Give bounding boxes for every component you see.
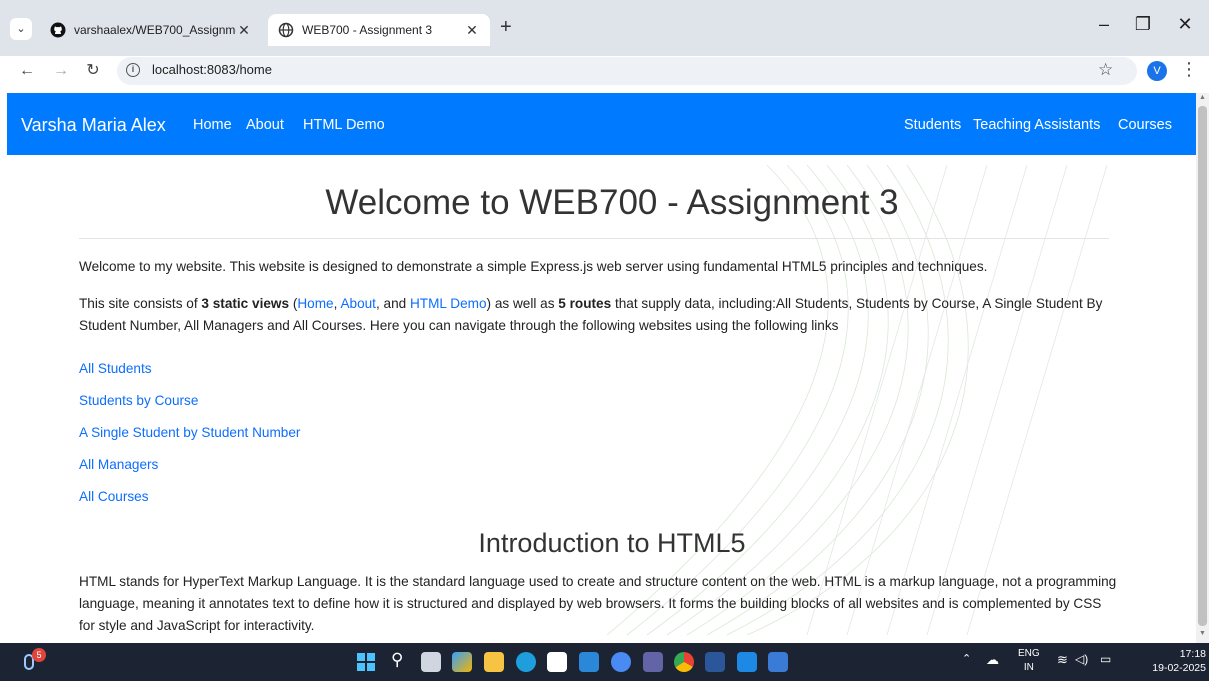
- site-info-icon[interactable]: i: [126, 63, 140, 77]
- nav-link-teaching-assistants[interactable]: Teaching Assistants: [973, 117, 1100, 133]
- inline-link-about[interactable]: About: [340, 296, 376, 311]
- link-all-students[interactable]: All Students: [79, 361, 152, 376]
- help-icon[interactable]: [611, 652, 631, 672]
- language-text: ENG: [1018, 648, 1040, 659]
- copilot-icon[interactable]: [452, 652, 472, 672]
- tray-chevron-icon[interactable]: ⌃: [962, 652, 971, 665]
- back-icon[interactable]: ←: [16, 60, 38, 82]
- nav-link-home[interactable]: Home: [193, 117, 232, 133]
- profile-avatar[interactable]: V: [1147, 61, 1167, 81]
- minimize-icon[interactable]: –: [1092, 14, 1116, 35]
- intro-paragraph: Welcome to my website. This website is d…: [79, 259, 988, 274]
- language-indicator[interactable]: ENG IN: [1018, 647, 1040, 675]
- forward-icon[interactable]: →: [50, 60, 72, 82]
- edge-icon[interactable]: [516, 652, 536, 672]
- system-clock[interactable]: 17:18 19-02-2025: [1148, 647, 1206, 675]
- close-tab-icon[interactable]: ✕: [236, 22, 252, 39]
- html-intro-paragraph: HTML stands for HyperText Markup Languag…: [79, 574, 1117, 633]
- site-description-paragraph: This site consists of 3 static views (Ho…: [79, 293, 1119, 337]
- onedrive-icon[interactable]: ☁: [986, 652, 999, 668]
- site-navbar: Varsha Maria Alex Home About HTML Demo S…: [7, 93, 1196, 155]
- new-tab-icon[interactable]: +: [500, 16, 512, 39]
- tab-search-chevron-icon[interactable]: ⌄: [10, 18, 32, 40]
- url-text[interactable]: localhost:8083/home: [152, 62, 272, 77]
- title-divider: [79, 238, 1109, 239]
- mhp-app-icon[interactable]: [579, 652, 599, 672]
- text-segment: , and: [375, 296, 410, 311]
- browser-menu-icon[interactable]: ⋮: [1180, 59, 1198, 80]
- close-window-icon[interactable]: ✕: [1173, 14, 1197, 35]
- scroll-down-icon[interactable]: ▼: [1199, 630, 1206, 637]
- browser-tab-github[interactable]: varshaalex/WEB700_Assignmen ✕: [40, 14, 262, 46]
- windows-start-icon[interactable]: [357, 653, 375, 671]
- page-title: Welcome to WEB700 - Assignment 3: [325, 183, 899, 222]
- battery-icon[interactable]: ▭: [1100, 652, 1111, 666]
- windows-taskbar: 5 ⚲ ⌃ ☁ ENG IN ≋ ◁) ▭ 17:18 19-02-2025: [0, 643, 1209, 681]
- clock-date: 19-02-2025: [1152, 662, 1206, 674]
- nav-link-courses[interactable]: Courses: [1118, 117, 1172, 133]
- text-segment: This site consists of: [79, 296, 202, 311]
- globe-icon: [278, 22, 294, 38]
- wifi-icon[interactable]: ≋: [1057, 652, 1068, 668]
- tab-title: WEB700 - Assignment 3: [302, 23, 433, 37]
- chrome-icon[interactable]: [674, 652, 694, 672]
- page-content: Welcome to WEB700 - Assignment 3 Welcome…: [7, 155, 1196, 643]
- link-single-student[interactable]: A Single Student by Student Number: [79, 425, 300, 440]
- nav-link-about[interactable]: About: [246, 117, 284, 133]
- clock-time: 17:18: [1179, 648, 1206, 660]
- tab-title: varshaalex/WEB700_Assignmen: [74, 23, 236, 37]
- browser-tab-strip: ⌄ varshaalex/WEB700_Assignmen ✕ WEB700 -…: [0, 0, 1209, 56]
- photos-icon[interactable]: [768, 652, 788, 672]
- bold-static-views: 3 static views: [201, 296, 290, 311]
- browser-toolbar: ← → ↻ i localhost:8083/home ☆ V ⋮: [0, 56, 1209, 88]
- navbar-brand[interactable]: Varsha Maria Alex: [21, 115, 166, 136]
- bookmark-star-icon[interactable]: ☆: [1098, 60, 1113, 80]
- teams-icon[interactable]: [643, 652, 663, 672]
- link-students-by-course[interactable]: Students by Course: [79, 393, 198, 408]
- inline-link-html-demo[interactable]: HTML Demo: [410, 296, 487, 311]
- scrollbar-thumb[interactable]: [1198, 106, 1207, 626]
- search-icon[interactable]: ⚲: [391, 650, 403, 670]
- text-segment: ) as well as: [486, 296, 559, 311]
- vscode-icon[interactable]: [737, 652, 757, 672]
- nav-link-students[interactable]: Students: [904, 117, 961, 133]
- bold-routes: 5 routes: [558, 296, 612, 311]
- reload-icon[interactable]: ↻: [82, 60, 104, 82]
- github-icon: [50, 22, 66, 38]
- browser-tab-active[interactable]: WEB700 - Assignment 3 ✕: [268, 14, 490, 46]
- nav-link-html-demo[interactable]: HTML Demo: [303, 117, 385, 133]
- restore-icon[interactable]: ❐: [1131, 14, 1155, 35]
- scroll-up-icon[interactable]: ▲: [1199, 94, 1206, 101]
- volume-icon[interactable]: ◁): [1075, 652, 1088, 666]
- link-all-courses[interactable]: All Courses: [79, 489, 149, 504]
- inline-link-home[interactable]: Home: [297, 296, 333, 311]
- store-icon[interactable]: [547, 652, 567, 672]
- link-all-managers[interactable]: All Managers: [79, 457, 158, 472]
- close-tab-icon[interactable]: ✕: [464, 22, 480, 39]
- notification-badge: 5: [32, 648, 46, 662]
- region-text: IN: [1023, 662, 1034, 673]
- file-explorer-icon[interactable]: [484, 652, 504, 672]
- word-icon[interactable]: [705, 652, 725, 672]
- section-heading: Introduction to HTML5: [478, 528, 746, 558]
- task-view-icon[interactable]: [421, 652, 441, 672]
